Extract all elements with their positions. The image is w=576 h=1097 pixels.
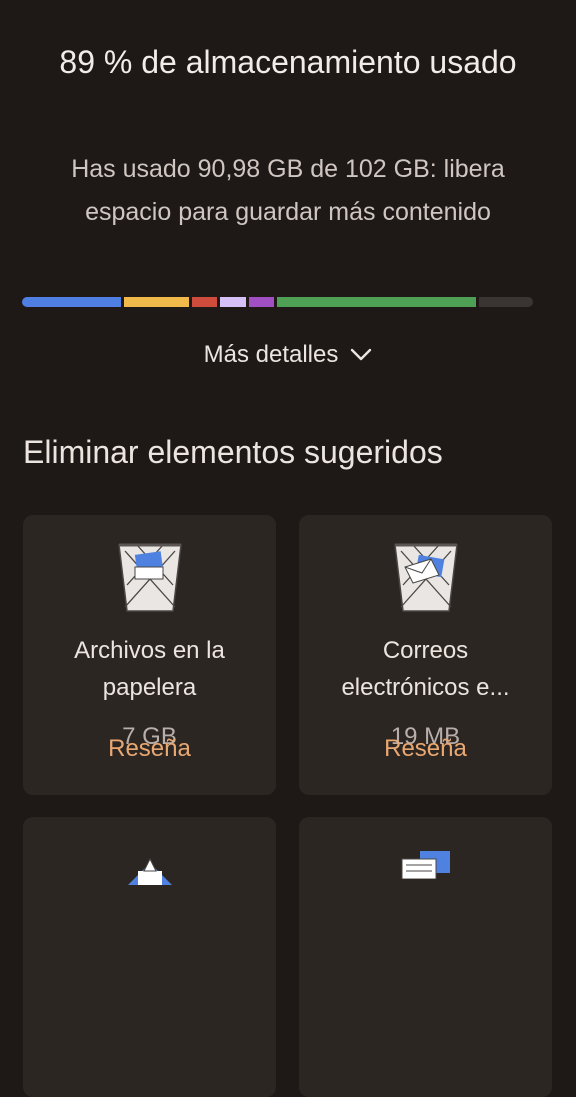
- trash-bin-icon: [117, 543, 182, 612]
- card-label: Archivos en la papelera: [74, 637, 225, 701]
- document-icon: [127, 857, 172, 885]
- page-title: 89 % de almacenamiento usado: [59, 44, 517, 80]
- storage-summary: Has usado 90,98 GB de 102 GB: libera esp…: [71, 155, 505, 226]
- suggestion-card[interactable]: [23, 817, 276, 1097]
- emails-card[interactable]: Correos electrónicos e... 19 MB Reseña: [299, 515, 552, 795]
- review-button[interactable]: Reseña: [299, 735, 552, 763]
- storage-usage-bar: [22, 297, 548, 307]
- storage-bar-segment: [124, 297, 190, 307]
- chevron-down-icon: [351, 348, 372, 361]
- suggestion-card[interactable]: [299, 817, 552, 1097]
- storage-bar-segment: [277, 297, 477, 307]
- review-button[interactable]: Reseña: [23, 735, 276, 763]
- storage-bar-segment: [192, 297, 218, 307]
- trash-bin-icon: [393, 543, 458, 612]
- storage-bar-segment: [220, 297, 246, 307]
- storage-bar-segment: [479, 297, 533, 307]
- files-icon: [401, 851, 450, 879]
- more-details-label: Más detalles: [203, 341, 339, 368]
- storage-bar-segment: [248, 297, 275, 307]
- card-label: Correos electrónicos e...: [341, 637, 510, 701]
- trash-files-card[interactable]: Archivos en la papelera 7 GB Reseña: [23, 515, 276, 795]
- storage-bar-segment: [22, 297, 122, 307]
- section-title: Eliminar elementos sugeridos: [23, 434, 443, 470]
- more-details-button[interactable]: Más detalles: [0, 333, 576, 377]
